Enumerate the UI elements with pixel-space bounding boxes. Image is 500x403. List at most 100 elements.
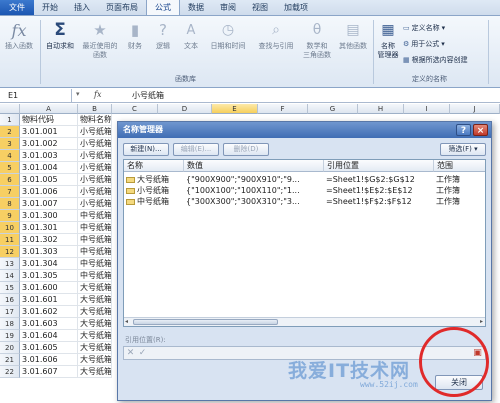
row-header[interactable]: 12 [0, 246, 20, 258]
cell-a[interactable]: 3.01.605 [20, 342, 78, 354]
row-header[interactable]: 8 [0, 198, 20, 210]
row-header[interactable]: 11 [0, 234, 20, 246]
cell-a[interactable]: 3.01.304 [20, 258, 78, 270]
row-header[interactable]: 3 [0, 138, 20, 150]
column-header-a[interactable]: A [20, 104, 78, 114]
scroll-right-icon[interactable]: ▸ [480, 318, 483, 325]
tab-home[interactable]: 开始 [34, 0, 66, 15]
column-header-e[interactable]: E [212, 104, 258, 114]
new-name-button[interactable]: 新建(N)... [123, 143, 169, 156]
cell-b[interactable]: 中号纸箱 [78, 234, 112, 246]
use-in-formula-button[interactable]: ⚙ 用于公式 ▾ [403, 39, 445, 49]
cancel-x-icon[interactable]: ✕ [125, 348, 136, 359]
cell-a[interactable]: 3.01.301 [20, 222, 78, 234]
name-list-row[interactable]: 大号纸箱 {"900X900";"900X910";"9... =Sheet1!$G… [124, 174, 485, 185]
row-header[interactable]: 5 [0, 162, 20, 174]
math-trig-button[interactable]: θ 数学和 三角函数 [300, 20, 334, 60]
edit-name-button[interactable]: 编辑(E)... [173, 143, 219, 156]
cell-b[interactable]: 中号纸箱 [78, 210, 112, 222]
tab-data[interactable]: 数据 [180, 0, 212, 15]
cell-b[interactable]: 中号纸箱 [78, 222, 112, 234]
column-header-scope[interactable]: 范围 [434, 160, 485, 172]
cell-a[interactable]: 3.01.600 [20, 282, 78, 294]
cell-b[interactable]: 大号纸箱 [78, 330, 112, 342]
cell-a[interactable]: 3.01.001 [20, 126, 78, 138]
column-header-value[interactable]: 数值 [184, 160, 324, 172]
cell-a[interactable]: 3.01.002 [20, 138, 78, 150]
row-header[interactable]: 18 [0, 318, 20, 330]
filter-button[interactable]: 筛选(F) ▾ [440, 143, 486, 156]
cell-b[interactable]: 小号纸箱 [78, 174, 112, 186]
define-name-button[interactable]: ▭ 定义名称 ▾ [403, 23, 445, 33]
row-header[interactable]: 22 [0, 366, 20, 378]
select-all-corner[interactable] [0, 104, 20, 114]
cell-a[interactable]: 3.01.003 [20, 150, 78, 162]
row-header[interactable]: 17 [0, 306, 20, 318]
tab-formulas[interactable]: 公式 [146, 0, 180, 15]
row-header[interactable]: 6 [0, 174, 20, 186]
cell-b[interactable]: 大号纸箱 [78, 354, 112, 366]
cell-a[interactable]: 物料代码 [20, 114, 78, 126]
tab-addins[interactable]: 加载项 [276, 0, 316, 15]
cell-a[interactable]: 3.01.604 [20, 330, 78, 342]
cell-a[interactable]: 3.01.004 [20, 162, 78, 174]
cell-b[interactable]: 大号纸箱 [78, 294, 112, 306]
cell-b[interactable]: 物料名称 [78, 114, 112, 126]
cell-b[interactable]: 小号纸箱 [78, 138, 112, 150]
cell-b[interactable]: 大号纸箱 [78, 342, 112, 354]
column-header-name[interactable]: 名称 [124, 160, 184, 172]
column-header-c[interactable]: C [112, 104, 158, 114]
row-header[interactable]: 14 [0, 270, 20, 282]
scroll-left-icon[interactable]: ◂ [125, 318, 128, 325]
cell-b[interactable]: 小号纸箱 [78, 126, 112, 138]
row-header[interactable]: 4 [0, 150, 20, 162]
cell-b[interactable]: 大号纸箱 [78, 282, 112, 294]
name-list-row[interactable]: 中号纸箱 {"300X300";"300X310";"3... =Sheet1!$F… [124, 196, 485, 207]
row-header[interactable]: 19 [0, 330, 20, 342]
row-header[interactable]: 20 [0, 342, 20, 354]
row-header[interactable]: 16 [0, 294, 20, 306]
name-box-dropdown-icon[interactable]: ▾ [76, 90, 80, 98]
cell-b[interactable]: 中号纸箱 [78, 258, 112, 270]
column-header-f[interactable]: F [258, 104, 308, 114]
name-list-row[interactable]: 小号纸箱 {"100X100";"100X110";"1... =Sheet1!$E… [124, 185, 485, 196]
financial-button[interactable]: ▮ 财务 [122, 20, 148, 51]
row-header[interactable]: 10 [0, 222, 20, 234]
scroll-thumb[interactable] [133, 319, 278, 325]
cell-b[interactable]: 中号纸箱 [78, 270, 112, 282]
delete-name-button[interactable]: 删除(D) [223, 143, 269, 156]
name-box[interactable]: E1 [0, 89, 72, 103]
fx-button[interactable]: fx [94, 90, 101, 99]
create-from-selection-button[interactable]: ▦ 根据所选内容创建 [403, 55, 468, 65]
column-header-h[interactable]: H [358, 104, 404, 114]
autosum-button[interactable]: Σ 自动求和 [42, 20, 78, 51]
help-button[interactable]: ? [456, 124, 471, 136]
recent-functions-button[interactable]: ★ 最近使用的 函数 [78, 20, 122, 60]
column-header-i[interactable]: I [404, 104, 450, 114]
cell-a[interactable]: 3.01.606 [20, 354, 78, 366]
column-header-d[interactable]: D [158, 104, 212, 114]
insert-function-button[interactable]: fx 插入函数 [2, 20, 36, 51]
column-header-b[interactable]: B [78, 104, 112, 114]
row-header[interactable]: 2 [0, 126, 20, 138]
row-header[interactable]: 21 [0, 354, 20, 366]
column-header-refers-to[interactable]: 引用位置 [324, 160, 434, 172]
cell-a[interactable]: 3.01.300 [20, 210, 78, 222]
row-header[interactable]: 15 [0, 282, 20, 294]
cell-b[interactable]: 中号纸箱 [78, 246, 112, 258]
row-header[interactable]: 9 [0, 210, 20, 222]
text-button[interactable]: A 文本 [178, 20, 204, 51]
cell-b[interactable]: 大号纸箱 [78, 366, 112, 378]
cell-a[interactable]: 3.01.005 [20, 174, 78, 186]
dialog-close-icon[interactable]: × [473, 124, 488, 136]
cell-b[interactable]: 大号纸箱 [78, 318, 112, 330]
row-header[interactable]: 1 [0, 114, 20, 126]
cell-b[interactable]: 大号纸箱 [78, 306, 112, 318]
dialog-title-bar[interactable]: 名称管理器 ? × [118, 122, 491, 138]
tab-file[interactable]: 文件 [0, 0, 34, 15]
cell-b[interactable]: 小号纸箱 [78, 198, 112, 210]
more-functions-button[interactable]: ▤ 其他函数 [334, 20, 372, 51]
tab-insert[interactable]: 插入 [66, 0, 98, 15]
row-header[interactable]: 7 [0, 186, 20, 198]
names-list[interactable]: 名称 数值 引用位置 范围 大号纸箱 {"900X900";"900X910";"… [123, 159, 486, 327]
